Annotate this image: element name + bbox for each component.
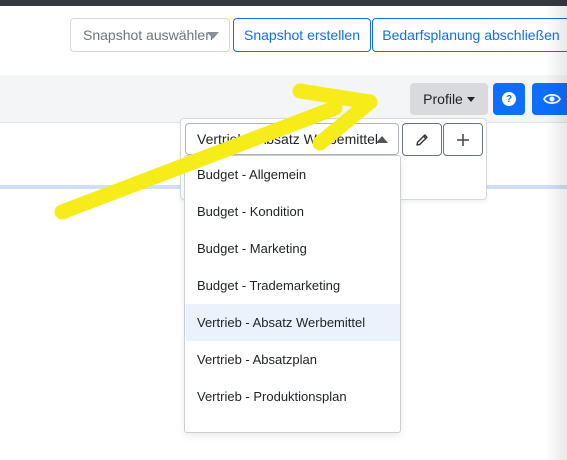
edit-profile-button[interactable] — [402, 123, 442, 156]
pencil-icon — [416, 133, 428, 146]
add-profile-button[interactable] — [443, 123, 483, 156]
finish-planning-button[interactable]: Bedarfsplanung abschließen — [372, 18, 567, 52]
create-snapshot-button[interactable]: Snapshot erstellen — [233, 18, 371, 52]
profile-button-label: Profile — [423, 91, 463, 107]
chevron-down-icon — [207, 32, 219, 39]
list-item[interactable]: Budget - Allgemein — [186, 156, 400, 193]
chevron-up-icon — [376, 136, 388, 143]
list-item[interactable]: Budget - Trademarketing — [186, 267, 400, 304]
snapshot-select-placeholder: Snapshot auswählen — [83, 27, 213, 43]
plus-icon — [457, 133, 469, 146]
edge-shadow — [545, 0, 567, 460]
list-item[interactable]: Vertrieb - Produktionsplan — [186, 378, 400, 415]
top-navbar — [0, 0, 567, 6]
list-item-active[interactable]: Vertrieb - Absatz Werbemittel — [186, 304, 400, 341]
view-button[interactable] — [532, 83, 567, 115]
help-button[interactable]: ? — [493, 83, 525, 115]
caret-down-icon — [466, 96, 475, 102]
list-item[interactable]: Budget - Marketing — [186, 230, 400, 267]
profile-select-value: Vertrieb - Absatz Werbemittel — [197, 131, 379, 147]
snapshot-select[interactable]: Snapshot auswählen — [70, 18, 230, 52]
list-item[interactable]: Budget - Kondition — [186, 193, 400, 230]
profile-select[interactable]: Vertrieb - Absatz Werbemittel — [185, 123, 399, 155]
eye-icon — [543, 93, 561, 105]
list-item[interactable]: Vertrieb - Absatzplan — [186, 341, 400, 378]
question-circle-icon: ? — [502, 92, 516, 106]
profile-options-list: Budget - Allgemein Budget - Kondition Bu… — [184, 155, 401, 433]
profile-dropdown-button[interactable]: Profile — [410, 83, 488, 115]
